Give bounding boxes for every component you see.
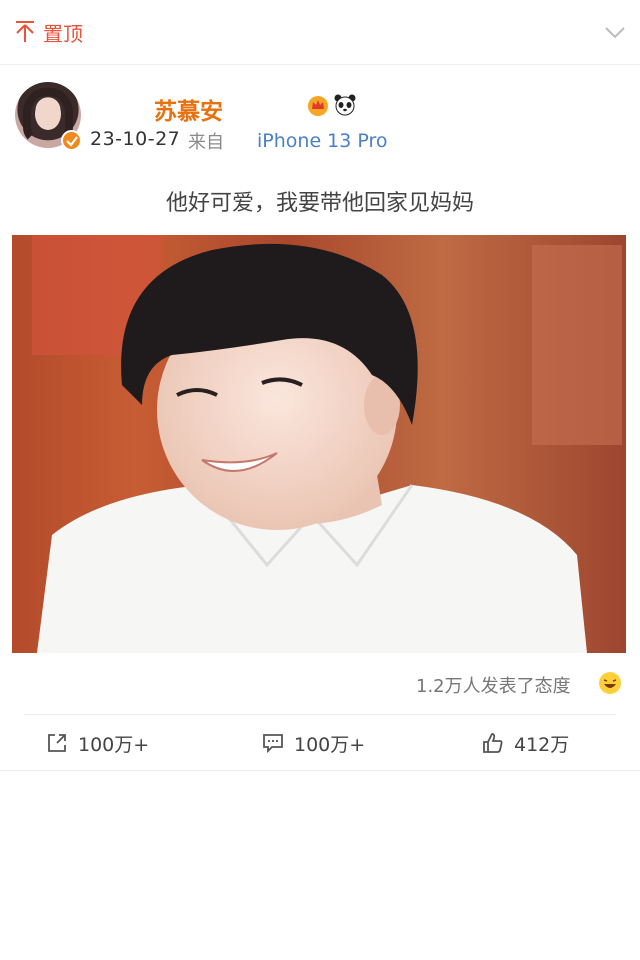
panda-icon[interactable] xyxy=(334,94,356,116)
thumbs-up-icon xyxy=(483,733,503,753)
pin-top-icon xyxy=(16,21,34,42)
divider xyxy=(24,714,616,715)
verified-badge-icon xyxy=(61,130,82,151)
username[interactable]: 苏慕安 xyxy=(154,92,223,126)
repost-icon xyxy=(48,734,66,752)
pin-label: 置顶 xyxy=(43,22,83,46)
post-photo[interactable] xyxy=(12,235,626,653)
like-count: 412万 xyxy=(514,734,570,756)
post-device-link[interactable]: iPhone 13 Pro xyxy=(257,130,388,152)
divider xyxy=(0,64,640,65)
repost-count: 100万+ xyxy=(78,734,150,756)
post-from-label: 来自 xyxy=(188,132,224,153)
laughing-emoji-icon[interactable] xyxy=(598,671,622,695)
top-bar: 置顶 xyxy=(0,0,640,64)
divider xyxy=(0,770,640,771)
post-text: 他好可爱，我要带他回家见妈妈 xyxy=(165,191,474,216)
comment-icon xyxy=(263,734,283,754)
post-date: 23-10-27 xyxy=(90,128,181,150)
chevron-down-icon[interactable] xyxy=(604,26,626,40)
comment-count: 100万+ xyxy=(294,734,366,756)
reaction-count[interactable]: 1.2万人发表了态度 xyxy=(416,672,571,698)
vip-crown-icon[interactable] xyxy=(306,94,330,116)
